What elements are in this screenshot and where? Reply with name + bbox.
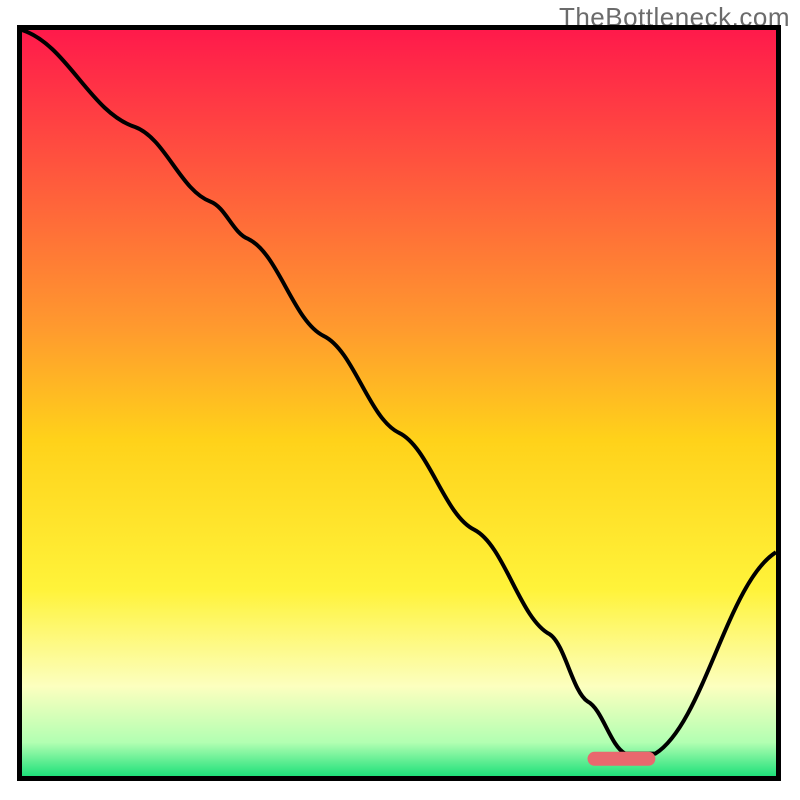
chart-frame: TheBottleneck.com [0,0,800,800]
chart-plot [22,30,776,776]
gradient-rect [22,30,776,776]
optimal-zone-marker [588,752,656,766]
